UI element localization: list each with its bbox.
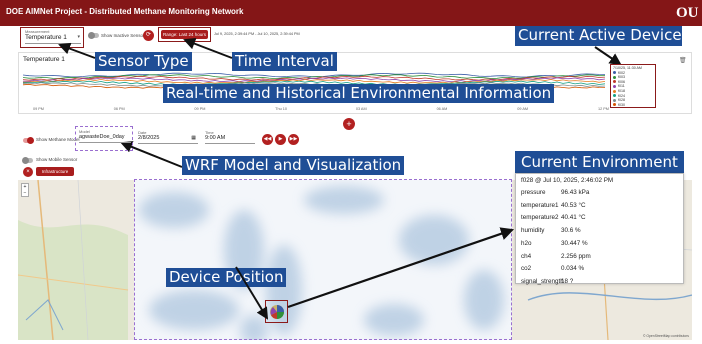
device-arrow: [235, 266, 269, 320]
